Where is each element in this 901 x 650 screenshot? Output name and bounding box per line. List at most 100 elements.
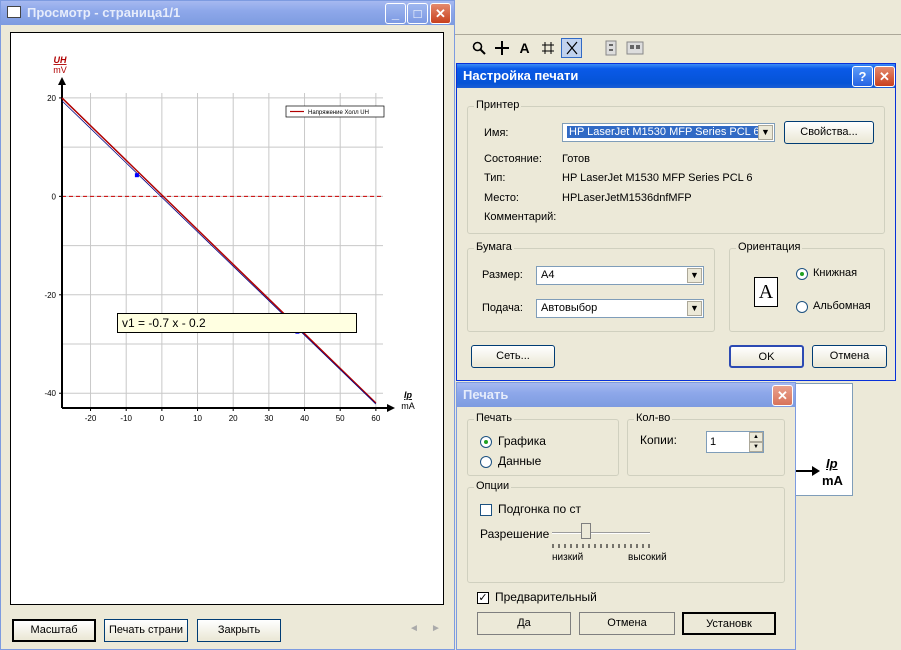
options-group-label: Опции — [474, 480, 512, 492]
type-label: Тип: — [484, 172, 506, 184]
setup-cancel-button[interactable]: Отмена — [812, 345, 887, 368]
setup-title: Настройка печати — [463, 68, 579, 83]
background-menu-strip — [452, 12, 901, 35]
preview-checkbox[interactable]: ✓ — [477, 592, 489, 604]
setup-close-button[interactable]: ✕ — [874, 66, 895, 87]
printer-name-value: HP LaserJet M1530 MFP Series PCL 6 — [567, 126, 762, 138]
resolution-slider-thumb[interactable] — [581, 523, 592, 539]
y-tick-label: 0 — [52, 192, 57, 201]
fit-line-icon[interactable] — [561, 38, 582, 58]
close-preview-button[interactable]: Закрыть — [197, 619, 281, 642]
minimize-button[interactable]: _ — [385, 3, 406, 24]
x-tick-label: 30 — [264, 414, 273, 423]
panel-icon[interactable] — [624, 38, 645, 58]
size-label: Размер: — [482, 269, 523, 281]
chevron-down-icon[interactable]: ▼ — [758, 125, 773, 140]
print-mode-group-label: Печать — [474, 412, 515, 424]
x-tick-label: 20 — [229, 414, 238, 423]
next-page-icon[interactable]: ► — [431, 623, 441, 634]
comment-label: Комментарий: — [484, 211, 557, 223]
background-chart-area: Ip mA — [795, 383, 853, 496]
copies-value: 1 — [710, 436, 717, 448]
zoom-button[interactable]: Масштаб — [12, 619, 96, 642]
preview-button-bar: Масштаб Печать страни Закрыть ◄ ► — [1, 613, 454, 649]
ok-button[interactable]: OK — [729, 345, 804, 368]
landscape-radio[interactable] — [796, 301, 808, 313]
x-tick-label: -20 — [85, 414, 97, 423]
chevron-down-icon[interactable]: ▼ — [687, 301, 702, 316]
fit-equation-label: v1 = -0.7 x - 0.2 — [117, 313, 357, 333]
copies-label: Копии: — [640, 433, 677, 447]
portrait-label[interactable]: Книжная — [813, 267, 857, 279]
print-setup-dialog: Настройка печати ? ✕ Принтер Имя: HP Las… — [456, 63, 896, 381]
data-radio[interactable] — [480, 456, 492, 468]
print-yes-button[interactable]: Да — [477, 612, 571, 635]
landscape-label[interactable]: Альбомная — [813, 300, 871, 312]
legend-label: Напряжение Холл UH — [308, 110, 369, 116]
printer-name-select[interactable]: HP LaserJet M1530 MFP Series PCL 6 ▼ — [562, 123, 775, 142]
fit-label[interactable]: Подгонка по ст — [498, 502, 581, 516]
graphics-label[interactable]: Графика — [498, 434, 546, 448]
properties-button[interactable]: Свойства... — [784, 121, 874, 144]
orientation-group: Ориентация A Книжная Альбомная — [729, 241, 885, 332]
network-button[interactable]: Сеть... — [471, 345, 555, 368]
x-tick-label: -10 — [120, 414, 132, 423]
status-label: Состояние: — [484, 153, 542, 165]
help-button[interactable]: ? — [852, 66, 873, 87]
print-page-button[interactable]: Печать страни — [104, 619, 188, 642]
text-tool-icon[interactable]: A — [514, 38, 535, 58]
print-close-button[interactable]: ✕ — [772, 385, 793, 406]
print-titlebar[interactable]: Печать — [457, 383, 795, 407]
series-line — [61, 97, 377, 404]
resolution-high-label: высокий — [628, 552, 667, 563]
portrait-radio[interactable] — [796, 268, 808, 280]
grid-icon[interactable] — [537, 38, 558, 58]
data-marker — [134, 173, 139, 178]
source-label: Подача: — [482, 302, 523, 314]
y-tick-label: 20 — [47, 94, 56, 103]
print-title: Печать — [463, 387, 509, 402]
fit-line — [61, 100, 377, 405]
print-mode-group: Печать Графика Данные — [467, 412, 619, 476]
background-axis-unit: mA — [822, 473, 843, 488]
y-tick-label: -40 — [44, 389, 56, 398]
preview-label[interactable]: Предварительный — [495, 590, 597, 604]
x-tick-label: 0 — [160, 414, 165, 423]
resolution-track — [552, 532, 650, 534]
graphics-radio[interactable] — [480, 436, 492, 448]
print-preview-page: -20 -10 0 10 20 30 40 50 60 20 0 -20 -40 UH mV Ip mA Напр… — [10, 32, 444, 605]
x-tick-label: 40 — [300, 414, 309, 423]
preview-title: Просмотр - страница1/1 — [27, 5, 181, 20]
copies-input[interactable]: 1 ▲ ▼ — [706, 431, 764, 453]
paper-source-select[interactable]: Автовыбор ▼ — [536, 299, 704, 318]
paper-size-select[interactable]: A4 ▼ — [536, 266, 704, 285]
y-axis-arrow-icon — [58, 77, 66, 85]
status-value: Готов — [562, 153, 590, 165]
paper-group: Бумага Размер: A4 ▼ Подача: Автовыбор ▼ — [467, 241, 715, 332]
spin-down-icon[interactable]: ▼ — [749, 442, 763, 452]
printer-group: Принтер Имя: HP LaserJet M1530 MFP Serie… — [467, 99, 885, 234]
copies-group: Кол-во Копии: 1 ▲ ▼ — [627, 412, 785, 476]
print-cancel-button[interactable]: Отмена — [579, 612, 675, 635]
orientation-group-label: Ориентация — [736, 241, 803, 253]
setup-titlebar[interactable]: Настройка печати — [457, 64, 895, 88]
crosshair-icon[interactable] — [491, 38, 512, 58]
chevron-down-icon[interactable]: ▼ — [687, 268, 702, 283]
background-axis-label: Ip — [826, 456, 838, 471]
data-label[interactable]: Данные — [498, 454, 541, 468]
zoom-icon[interactable] — [468, 38, 489, 58]
maximize-button[interactable]: □ — [407, 3, 428, 24]
preview-window: Просмотр - страница1/1 _ □ ✕ -20 -10 0 10 20… — [0, 0, 455, 650]
type-value: HP LaserJet M1530 MFP Series PCL 6 — [562, 172, 753, 184]
y-axis-label: UH — [54, 55, 67, 65]
prev-page-icon[interactable]: ◄ — [409, 623, 419, 634]
display-icon[interactable] — [600, 38, 621, 58]
close-window-button[interactable]: ✕ — [430, 3, 451, 24]
x-axis-unit: mA — [401, 401, 415, 411]
x-axis-label: Ip — [404, 390, 413, 400]
x-tick-label: 50 — [336, 414, 345, 423]
spin-up-icon[interactable]: ▲ — [749, 432, 763, 442]
fit-checkbox[interactable] — [480, 504, 492, 516]
print-setup-button[interactable]: Установк — [682, 612, 776, 635]
app-icon — [7, 6, 21, 18]
